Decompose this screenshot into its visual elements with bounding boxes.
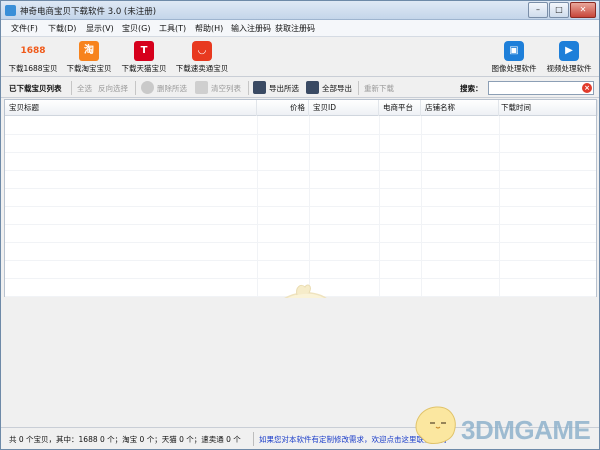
aliexpress-logo-icon: ◡ bbox=[192, 41, 212, 61]
table-grid-line bbox=[5, 188, 596, 189]
search-label: 搜索： bbox=[460, 84, 483, 93]
table-grid-column bbox=[379, 116, 380, 296]
download-tmall-button[interactable]: T 下载天猫宝贝 bbox=[118, 39, 170, 75]
column-header-price[interactable]: 价格 bbox=[257, 100, 309, 116]
menu-enter-regcode[interactable]: 输入注册码 bbox=[231, 23, 271, 34]
invert-select-button[interactable]: 反向选择 bbox=[98, 83, 128, 94]
column-header-id[interactable]: 宝贝ID bbox=[309, 100, 379, 116]
select-all-button[interactable]: 全选 bbox=[77, 83, 92, 94]
minimize-button[interactable]: – bbox=[528, 2, 548, 18]
table-grid-line bbox=[5, 260, 596, 261]
menu-goods[interactable]: 宝贝(G) bbox=[122, 23, 150, 34]
table-grid-column bbox=[499, 116, 500, 296]
maximize-button[interactable]: □ bbox=[549, 2, 569, 18]
delete-selected-button[interactable]: 删除所选 bbox=[157, 83, 187, 94]
clear-search-icon[interactable]: × bbox=[582, 83, 592, 93]
table-grid-line bbox=[5, 224, 596, 225]
taobao-logo-icon: 淘 bbox=[79, 41, 99, 61]
download-1688-button[interactable]: 1688 下载1688宝贝 bbox=[7, 39, 59, 75]
menu-bar: 文件(F) 下载(D) 显示(V) 宝贝(G) 工具(T) 帮助(H) 输入注册… bbox=[1, 20, 599, 37]
trash-icon bbox=[195, 81, 208, 94]
1688-logo-icon: 1688 bbox=[20, 46, 46, 56]
table-grid-line bbox=[5, 206, 596, 207]
video-icon: ▶ bbox=[559, 41, 579, 61]
re-download-button[interactable]: 重新下载 bbox=[364, 83, 394, 94]
table-grid-line bbox=[5, 152, 596, 153]
watermark-text: 3DMGAME bbox=[461, 415, 591, 445]
close-button[interactable]: ✕ bbox=[570, 2, 596, 18]
goods-table[interactable]: 宝贝标题 价格 宝贝ID 电商平台 店铺名称 下载时间 bbox=[4, 99, 598, 369]
list-title: 已下载宝贝列表 bbox=[9, 84, 62, 93]
delete-icon bbox=[141, 81, 154, 94]
window-title: 神奇电商宝贝下载软件 3.0 (未注册) bbox=[20, 7, 157, 17]
download-taobao-button[interactable]: 淘 下载淘宝宝贝 bbox=[63, 39, 115, 75]
toolbar-separator bbox=[248, 81, 249, 95]
table-grid-line bbox=[5, 134, 596, 135]
video-software-label: 视频处理软件 bbox=[546, 64, 592, 73]
clear-list-button[interactable]: 清空列表 bbox=[211, 83, 241, 94]
app-window: 神奇电商宝贝下载软件 3.0 (未注册) – □ ✕ 文件(F) 下载(D) 显… bbox=[0, 0, 600, 450]
save-all-icon bbox=[306, 81, 319, 94]
toolbar-separator bbox=[135, 81, 136, 95]
column-header-time[interactable]: 下载时间 bbox=[499, 100, 598, 116]
status-separator bbox=[253, 432, 254, 446]
table-grid-column bbox=[257, 116, 258, 296]
table-grid-line bbox=[5, 242, 596, 243]
toolbar-separator bbox=[71, 81, 72, 95]
app-icon bbox=[5, 5, 16, 16]
menu-tools[interactable]: 工具(T) bbox=[159, 23, 186, 34]
column-header-platform[interactable]: 电商平台 bbox=[379, 100, 421, 116]
tmall-logo-icon: T bbox=[134, 41, 154, 61]
image-software-button[interactable]: ▣ 图像处理软件 bbox=[488, 39, 540, 75]
table-grid-column bbox=[309, 116, 310, 296]
status-count-text: 共 0 个宝贝，其中：1688 0 个；淘宝 0 个；天猫 0 个；速卖通 0 … bbox=[9, 435, 241, 444]
save-icon bbox=[253, 81, 266, 94]
export-all-button[interactable]: 全部导出 bbox=[322, 83, 352, 94]
title-bar[interactable]: 神奇电商宝贝下载软件 3.0 (未注册) – □ ✕ bbox=[1, 1, 599, 20]
video-software-button[interactable]: ▶ 视频处理软件 bbox=[543, 39, 595, 75]
main-toolbar: 1688 下载1688宝贝 淘 下载淘宝宝贝 T 下载天猫宝贝 ◡ 下载速卖通宝… bbox=[1, 37, 599, 77]
search-input[interactable] bbox=[488, 81, 594, 95]
table-grid-line bbox=[5, 170, 596, 171]
menu-get-regcode[interactable]: 获取注册码 bbox=[275, 23, 315, 34]
menu-download[interactable]: 下载(D) bbox=[48, 23, 76, 34]
export-selected-button[interactable]: 导出所选 bbox=[269, 83, 299, 94]
menu-help[interactable]: 帮助(H) bbox=[195, 23, 223, 34]
image-icon: ▣ bbox=[504, 41, 524, 61]
table-header: 宝贝标题 价格 宝贝ID 电商平台 店铺名称 下载时间 bbox=[5, 100, 598, 116]
menu-file[interactable]: 文件(F) bbox=[11, 23, 38, 34]
download-aliexpress-button[interactable]: ◡ 下载速卖通宝贝 bbox=[173, 39, 231, 75]
download-tmall-label: 下载天猫宝贝 bbox=[121, 64, 167, 73]
download-1688-label: 下载1688宝贝 bbox=[8, 64, 58, 73]
menu-view[interactable]: 显示(V) bbox=[86, 23, 114, 34]
download-aliexpress-label: 下载速卖通宝贝 bbox=[175, 64, 229, 73]
image-software-label: 图像处理软件 bbox=[491, 64, 537, 73]
column-header-title[interactable]: 宝贝标题 bbox=[5, 100, 257, 116]
column-header-shop[interactable]: 店铺名称 bbox=[421, 100, 499, 116]
download-taobao-label: 下载淘宝宝贝 bbox=[66, 64, 112, 73]
toolbar-separator bbox=[358, 81, 359, 95]
table-grid-column bbox=[421, 116, 422, 296]
